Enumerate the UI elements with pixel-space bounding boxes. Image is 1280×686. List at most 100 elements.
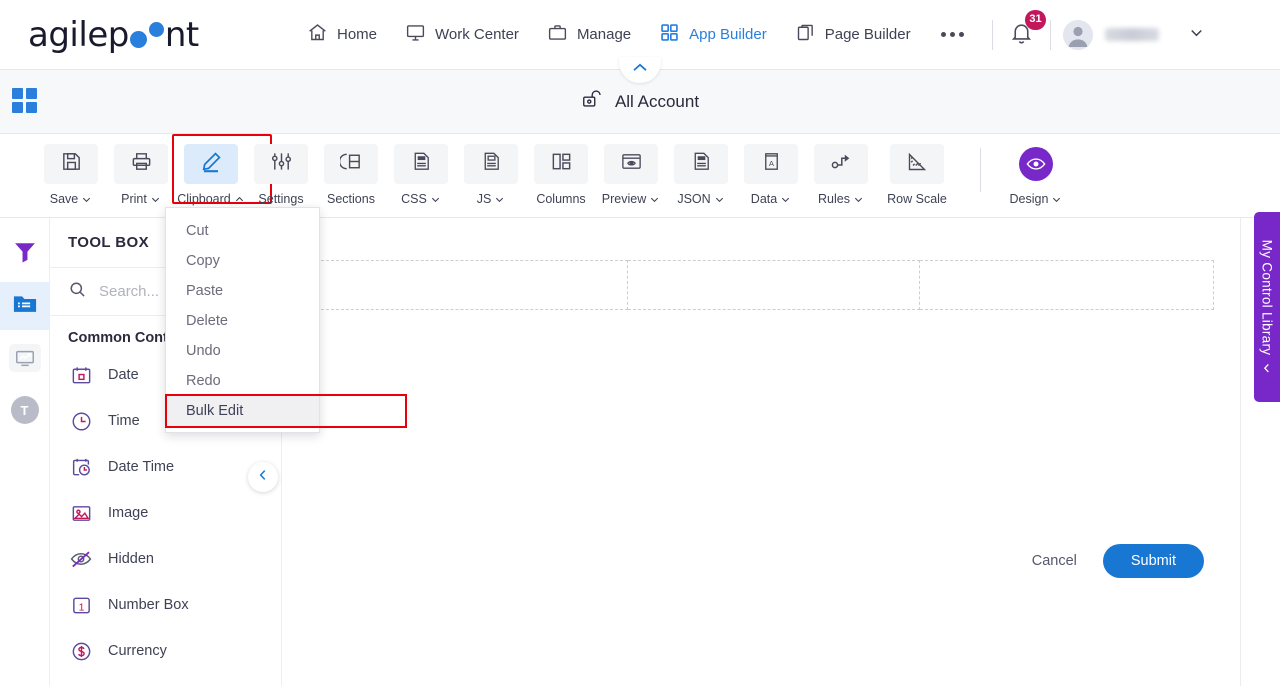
control-item-number-box[interactable]: 1 Number Box xyxy=(50,582,281,628)
grid-cell-1 xyxy=(12,88,23,99)
toolbar-js-label: JS xyxy=(476,192,492,206)
nav-item-manage[interactable]: Manage xyxy=(533,16,645,53)
control-label-number-box: Number Box xyxy=(108,597,189,613)
menu-item-cut[interactable]: Cut xyxy=(166,216,319,246)
my-control-library-label: My Control Library xyxy=(1259,239,1275,355)
clipboard-dropdown-menu: Cut Copy Paste Delete Undo Redo Bulk Edi… xyxy=(165,207,407,433)
eye-hidden-icon xyxy=(68,547,94,571)
canvas-right-edge xyxy=(1240,218,1241,686)
toolbar-js-button[interactable]: JS xyxy=(456,140,526,206)
pencil-edit-icon xyxy=(199,150,223,179)
toolbar-row-scale-button[interactable]: Row Scale xyxy=(876,140,958,206)
form-canvas: Cancel Submit xyxy=(282,218,1240,686)
menu-item-redo[interactable]: Redo xyxy=(166,366,319,396)
control-label-date-time: Date Time xyxy=(108,459,175,475)
chevron-down-icon xyxy=(83,197,91,202)
print-icon-box xyxy=(114,144,168,184)
search-icon xyxy=(68,280,87,304)
sections-icon xyxy=(338,150,363,178)
svg-text:A: A xyxy=(768,159,774,168)
builder-toolbar: Save Print Clipboard Settings Sections C… xyxy=(0,134,1280,218)
nav-item-page-builder[interactable]: Page Builder xyxy=(781,16,925,53)
control-item-image[interactable]: Image xyxy=(50,490,281,536)
svg-text:1: 1 xyxy=(78,601,84,613)
rail-button-text[interactable]: T xyxy=(0,386,50,434)
collapse-header-button[interactable] xyxy=(619,57,661,83)
cancel-button[interactable]: Cancel xyxy=(1024,547,1085,575)
toolbar-design-label-group: Design xyxy=(1010,192,1063,206)
ruler-icon xyxy=(905,150,929,179)
form-action-buttons: Cancel Submit xyxy=(282,544,1240,578)
agilepoint-logo[interactable]: a gilep nt xyxy=(28,15,199,55)
rail-button-analytics[interactable] xyxy=(0,334,50,382)
settings-icon-box xyxy=(254,144,308,184)
toolbox-folder-icon xyxy=(11,290,39,323)
toolbar-json-label: JSON xyxy=(677,192,711,206)
design-eye-icon xyxy=(1019,147,1053,181)
sections-icon-box xyxy=(324,144,378,184)
nav-more-button[interactable] xyxy=(925,24,980,45)
toolbar-clipboard-button[interactable]: Clipboard xyxy=(172,134,272,206)
notifications-button[interactable]: 31 xyxy=(1005,9,1046,54)
control-item-currency[interactable]: Currency xyxy=(50,628,281,674)
toolbar-columns-button[interactable]: Columns xyxy=(526,140,596,206)
toolbar-save-button[interactable]: Save xyxy=(36,140,106,206)
chevron-down-icon xyxy=(496,197,504,202)
nav-item-app-builder[interactable]: App Builder xyxy=(645,16,781,53)
grid-toggle-icon[interactable] xyxy=(12,88,37,113)
design-icon-box xyxy=(1019,144,1053,184)
nav-divider-1 xyxy=(991,19,993,50)
grid-cell-2 xyxy=(26,88,37,99)
toolbar-rules-label-group: Rules xyxy=(818,192,864,206)
rail-button-filter[interactable] xyxy=(0,230,50,278)
control-item-date-time[interactable]: Date Time xyxy=(50,444,281,490)
menu-item-undo[interactable]: Undo xyxy=(166,336,319,366)
toolbar-columns-label: Columns xyxy=(536,192,586,206)
user-name-redacted xyxy=(1104,28,1159,41)
drop-zone-3[interactable] xyxy=(919,260,1214,310)
chevron-up-icon xyxy=(235,196,243,201)
toolbar-data-button[interactable]: A Data xyxy=(736,140,806,206)
submit-button[interactable]: Submit xyxy=(1102,544,1204,578)
analytics-chart-icon xyxy=(8,344,41,372)
toolbar-json-button[interactable]: JSON xyxy=(666,140,736,206)
toolbar-sections-label: Sections xyxy=(327,192,375,206)
chevron-down-icon[interactable] xyxy=(1187,23,1206,47)
toolbar-print-button[interactable]: Print xyxy=(106,140,176,206)
grid-icon xyxy=(659,22,680,47)
drop-zone-2[interactable] xyxy=(627,260,920,310)
nav-item-work-center[interactable]: Work Center xyxy=(391,16,533,53)
control-label-hidden: Hidden xyxy=(108,551,154,567)
toolbar-preview-button[interactable]: Preview xyxy=(596,140,666,206)
avatar xyxy=(1062,19,1093,50)
chevron-down-icon xyxy=(151,197,159,202)
toolbar-css-button[interactable]: CSS xyxy=(386,140,456,206)
print-icon xyxy=(130,150,153,178)
control-label-currency: Currency xyxy=(108,643,167,659)
menu-item-paste[interactable]: Paste xyxy=(166,276,319,306)
toolbar-rules-button[interactable]: Rules xyxy=(806,140,876,206)
toolbar-rules-label: Rules xyxy=(818,192,850,206)
toolbar-sections-button[interactable]: Sections xyxy=(316,140,386,206)
user-profile-button[interactable] xyxy=(1062,19,1159,50)
chevron-down-icon xyxy=(431,197,439,202)
toolbar-settings-button[interactable]: Settings xyxy=(246,140,316,206)
bell-icon xyxy=(1009,23,1034,49)
control-label-time: Time xyxy=(108,413,140,429)
toolbar-clipboard-label: Clipboard xyxy=(177,192,231,206)
rail-button-toolbox[interactable] xyxy=(0,282,50,330)
preview-icon-box xyxy=(604,144,658,184)
nav-label-page-builder: Page Builder xyxy=(824,26,911,43)
my-control-library-tab[interactable]: My Control Library xyxy=(1254,212,1280,402)
page-title-group: All Account xyxy=(581,88,699,115)
columns-icon-box xyxy=(534,144,588,184)
toolbox-collapse-button[interactable] xyxy=(248,462,278,492)
menu-item-copy[interactable]: Copy xyxy=(166,246,319,276)
toolbar-design-button[interactable]: Design xyxy=(1001,140,1071,206)
menu-item-delete[interactable]: Delete xyxy=(166,306,319,336)
control-item-hidden[interactable]: Hidden xyxy=(50,536,281,582)
form-drop-row xyxy=(306,260,1214,310)
menu-item-bulk-edit[interactable]: Bulk Edit xyxy=(165,394,407,428)
drop-zone-1[interactable] xyxy=(306,260,628,310)
nav-item-home[interactable]: Home xyxy=(293,16,391,53)
